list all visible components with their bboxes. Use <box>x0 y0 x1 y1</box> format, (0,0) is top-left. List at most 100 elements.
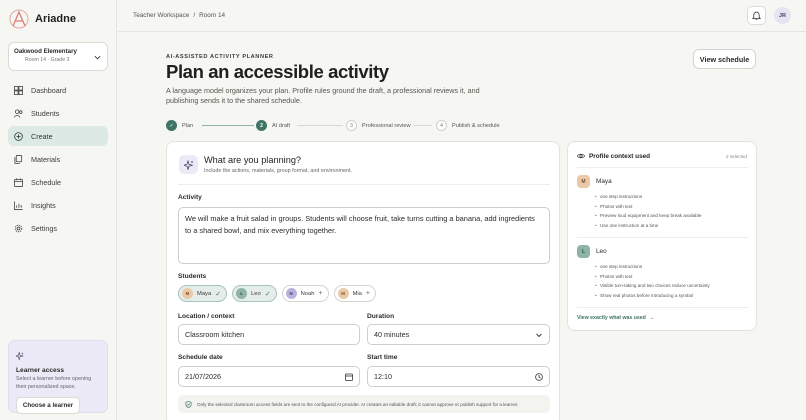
location-input[interactable]: Classroom kitchen <box>178 324 360 345</box>
nav-label: Students <box>31 108 60 118</box>
step-number: 3 <box>346 120 357 131</box>
calendar-icon[interactable] <box>345 373 353 381</box>
breadcrumb-room: Room 14 <box>199 12 226 19</box>
brand[interactable]: Ariadne <box>9 9 76 29</box>
duration-select[interactable]: 40 minutes <box>367 324 550 345</box>
view-schedule-button[interactable]: View schedule <box>693 49 756 69</box>
view-used-context-link[interactable]: View exactly what was used → <box>577 315 654 321</box>
step-ai-draft[interactable]: 2 AI draft <box>256 120 290 131</box>
sidebar: Ariadne Oakwood Elementary Room 14 · Gra… <box>0 0 117 420</box>
learner-access-text: Select a learner before opening their pe… <box>16 376 92 390</box>
activity-textarea[interactable]: We will make a fruit salad in groups. St… <box>178 207 550 264</box>
location-label: Location / context <box>178 313 235 320</box>
student-name: Leo <box>251 290 261 297</box>
calendar-icon <box>14 177 23 187</box>
brand-name: Ariadne <box>35 13 76 25</box>
nav-item-create[interactable]: Create <box>8 126 108 146</box>
main-nav: Dashboard Students Create Materials Sche… <box>8 80 108 241</box>
duration-label: Duration <box>367 313 395 320</box>
student-picker: M Maya ✓ L Leo ✓ N Noah + M Mia + <box>178 285 376 302</box>
student-pill-maya[interactable]: M Maya ✓ <box>178 285 228 302</box>
student-pill-noah[interactable]: N Noah + <box>281 285 329 302</box>
student-pill-leo[interactable]: L Leo ✓ <box>232 285 277 302</box>
bell-icon <box>752 11 761 20</box>
nav-label: Schedule <box>31 177 61 187</box>
nav-item-settings[interactable]: Settings <box>8 218 108 238</box>
check-icon: ✓ <box>166 120 177 131</box>
support-item: one step instructions <box>595 262 748 272</box>
time-value: 12:10 <box>374 372 392 381</box>
breadcrumb: Teacher Workspace / Room 14 <box>133 12 225 19</box>
student-name: Mia <box>352 290 362 297</box>
plus-icon: + <box>318 290 323 297</box>
step-professional-review[interactable]: 3 Professional review <box>346 120 411 131</box>
activity-label: Activity <box>178 194 202 201</box>
plus-icon: + <box>365 290 370 297</box>
page-eyebrow: AI-ASSISTED ACTIVITY PLANNER <box>166 54 274 60</box>
step-label: Plan <box>182 122 194 129</box>
progress-stepper: ✓ Plan 2 AI draft 3 Professional review … <box>166 120 506 132</box>
check-icon: ✓ <box>215 290 222 298</box>
gear-icon <box>14 224 23 232</box>
user-avatar[interactable]: JR <box>774 7 791 24</box>
notifications-button[interactable] <box>747 6 766 25</box>
avatar: N <box>285 288 297 299</box>
profile-leo: L Leo one step instructions Photos with … <box>577 245 748 300</box>
nav-item-dashboard[interactable]: Dashboard <box>8 80 108 100</box>
step-number: 4 <box>436 120 447 131</box>
chevron-down-icon <box>536 333 542 338</box>
profile-maya: M Maya one step instructions Photos with… <box>577 175 748 230</box>
date-value: 21/07/2026 <box>185 372 221 381</box>
student-pill-mia[interactable]: M Mia + <box>333 285 376 302</box>
support-item: Photos with text <box>595 202 748 212</box>
student-name: Maya <box>197 290 212 297</box>
step-label: Publish & schedule <box>452 122 500 129</box>
materials-icon <box>14 154 23 164</box>
learner-access-title: Learner access <box>16 367 65 374</box>
step-connector <box>297 125 343 126</box>
nav-item-insights[interactable]: Insights <box>8 195 108 215</box>
privacy-notice: Only the selected classroom access field… <box>178 395 550 413</box>
page-title: Plan an accessible activity <box>166 61 389 82</box>
sparkle-icon <box>14 351 24 361</box>
dashboard-icon <box>14 85 23 95</box>
duration-value: 40 minutes <box>374 330 410 339</box>
avatar: L <box>236 288 248 299</box>
sparkle-icon <box>183 159 194 170</box>
choose-learner-button[interactable]: Choose a learner <box>16 397 80 414</box>
panel-header: Profile context used <box>577 152 650 160</box>
time-label: Start time <box>367 354 398 361</box>
support-list: one step instructions Photos with text V… <box>577 262 748 300</box>
nav-item-students[interactable]: Students <box>8 103 108 123</box>
nav-label: Dashboard <box>31 85 67 95</box>
eye-icon <box>577 153 585 159</box>
time-input[interactable]: 12:10 <box>367 366 550 387</box>
support-item: Use one instruction at a time <box>595 221 748 231</box>
plus-circle-icon <box>14 131 23 141</box>
date-input[interactable]: 21/07/2026 <box>178 366 360 387</box>
nav-item-schedule[interactable]: Schedule <box>8 172 108 192</box>
avatar: M <box>337 288 349 299</box>
school-switcher[interactable]: Oakwood Elementary Room 14 · Grade 3 <box>8 42 108 71</box>
clock-icon[interactable] <box>535 373 543 381</box>
students-icon <box>14 108 23 118</box>
form-subtitle: Include the actions, materials, group fo… <box>204 168 353 174</box>
breadcrumb-workspace[interactable]: Teacher Workspace <box>133 12 189 19</box>
learner-access-card: Learner access Select a learner before o… <box>8 340 108 414</box>
support-item: Preview loud equipment and keep break av… <box>595 211 748 221</box>
ariadne-logo-icon <box>9 9 29 29</box>
step-label: AI draft <box>272 122 291 129</box>
student-header: M Maya <box>577 175 748 188</box>
chart-icon <box>14 200 23 210</box>
nav-label: Settings <box>31 223 57 233</box>
support-item: Visible turn-taking and two choices redu… <box>595 281 748 291</box>
step-publish-schedule[interactable]: 4 Publish & schedule <box>436 120 500 131</box>
divider <box>577 307 748 308</box>
support-item: Photos with text <box>595 272 748 282</box>
nav-label: Materials <box>31 154 61 164</box>
support-list: one step instructions Photos with text P… <box>577 192 748 230</box>
step-plan[interactable]: ✓ Plan <box>166 120 193 131</box>
link-label: View exactly what was used <box>577 315 646 321</box>
nav-item-materials[interactable]: Materials <box>8 149 108 169</box>
student-header: L Leo <box>577 245 748 258</box>
